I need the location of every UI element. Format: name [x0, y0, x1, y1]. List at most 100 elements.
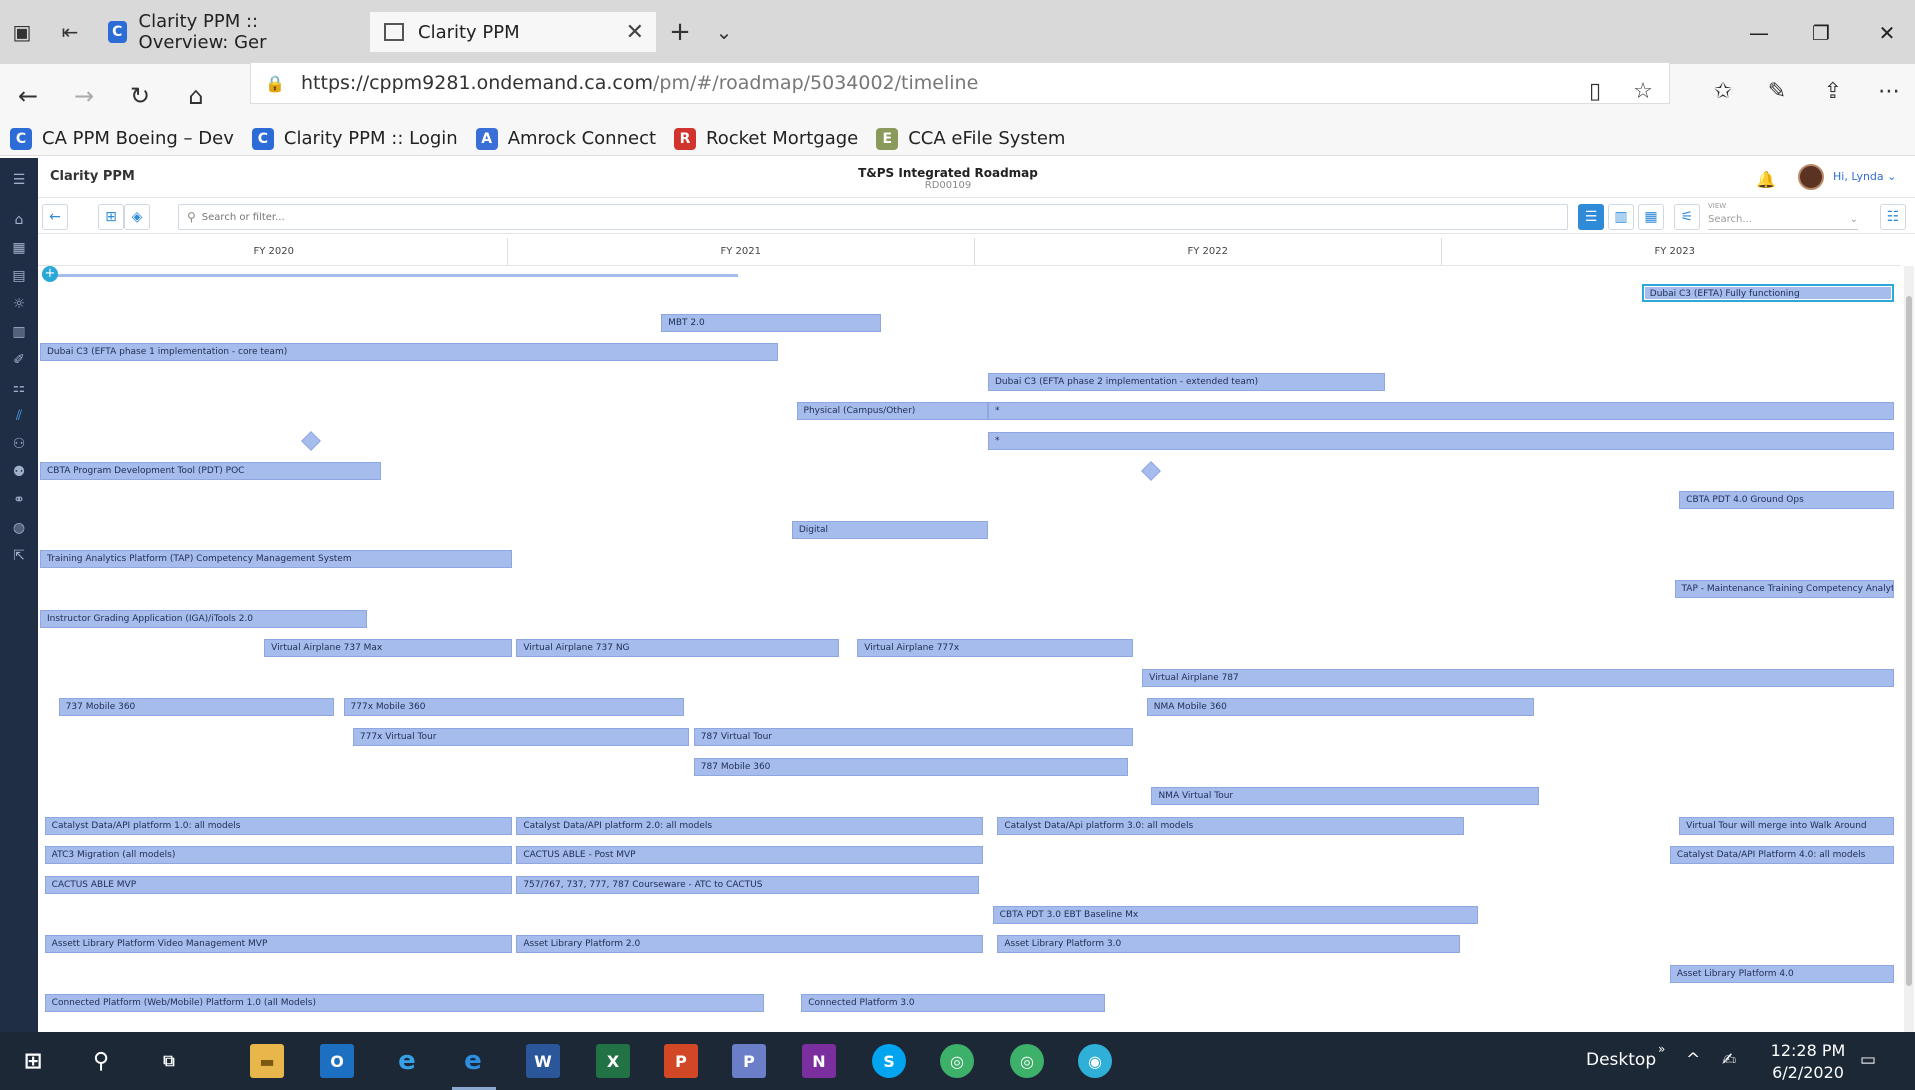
roadmap-item-bar[interactable]: Dubai C3 (EFTA phase 2 implementation - … [988, 372, 1385, 391]
roadmap-item-bar[interactable]: 737 Mobile 360 [58, 698, 335, 717]
chrome-app-2-icon[interactable]: ◎ [1010, 1044, 1044, 1078]
roadmap-item-bar[interactable]: 787 Mobile 360 [693, 757, 1129, 776]
roadmap-item-bar[interactable]: * [988, 402, 1894, 421]
favorite-star-icon[interactable]: ☆ [1626, 74, 1660, 108]
grid-view-icon[interactable]: ▦ [1638, 204, 1664, 230]
roadmap-item-bar[interactable]: Catalyst Data/API platform 1.0: all mode… [44, 816, 512, 835]
tab-actions-icon[interactable]: ▣ [4, 18, 40, 46]
ideas-icon[interactable]: ☼ [9, 294, 29, 314]
user-greeting[interactable]: Hi, Lynda ⌄ [1833, 170, 1896, 183]
restore-icon[interactable]: ❐ [1796, 18, 1846, 48]
roadmap-item-bar[interactable]: NMA Virtual Tour [1151, 787, 1540, 806]
close-window-icon[interactable]: ✕ [1862, 18, 1912, 48]
search-filter-input[interactable] [201, 211, 1502, 223]
home-icon[interactable]: ⌂ [178, 78, 214, 114]
roadmap-item-bar[interactable]: Catalyst Data/Api platform 3.0: all mode… [997, 816, 1465, 835]
tab-overview[interactable]: C Clarity PPM :: Overview: Ger [94, 11, 366, 53]
list-icon[interactable]: ▤ [9, 266, 29, 286]
roadmap-item-bar[interactable]: NMA Mobile 360 [1146, 698, 1535, 717]
app-icon[interactable]: ◉ [1078, 1044, 1112, 1078]
skype-icon[interactable]: S [872, 1044, 906, 1078]
timeline-view-icon[interactable]: ☰ [1578, 204, 1604, 230]
roadmap-item-bar[interactable]: Catalyst Data/API Platform 4.0: all mode… [1669, 846, 1894, 865]
roadmap-item-bar[interactable]: Virtual Airplane 787 [1142, 668, 1894, 687]
favorite-item[interactable]: E CCA eFile System [876, 127, 1065, 150]
share-icon[interactable]: ⇪ [1816, 74, 1850, 108]
word-icon[interactable]: W [526, 1044, 560, 1078]
milestone-diamond-icon[interactable] [1141, 460, 1162, 481]
avatar[interactable] [1798, 164, 1824, 190]
roadmap-item-bar[interactable]: 757/767, 737, 777, 787 Courseware - ATC … [516, 876, 979, 894]
favorite-item[interactable]: R Rocket Mortgage [674, 127, 858, 150]
search-filter-box[interactable]: ⚲ [178, 204, 1568, 230]
project-icon[interactable]: P [732, 1044, 766, 1078]
tab-clarity-ppm[interactable]: Clarity PPM ✕ [370, 12, 656, 52]
layers-icon[interactable]: ◈ [124, 204, 150, 230]
home-icon[interactable]: ⌂ [9, 210, 29, 230]
roadmap-item-bar[interactable]: * [988, 432, 1894, 450]
roadmap-item-bar[interactable]: CBTA PDT 4.0 Ground Ops [1679, 491, 1894, 510]
user-settings-icon[interactable]: ⚉ [9, 462, 29, 482]
roadmap-item-bar[interactable]: Virtual Airplane 777x [857, 639, 1133, 658]
desktop-toolbar-label[interactable]: Desktop [1586, 1050, 1656, 1070]
action-center-icon[interactable]: ▭ [1860, 1050, 1876, 1070]
roadmap-item-bar[interactable]: Asset Library Platform 2.0 [516, 935, 984, 954]
roadmap-item-bar[interactable]: Dubai C3 (EFTA phase 1 implementation - … [40, 343, 778, 362]
roadmap-item-bar[interactable]: 787 Virtual Tour [693, 728, 1133, 746]
roadmap-item-bar[interactable]: Digital [791, 520, 988, 539]
onenote-icon[interactable]: N [802, 1044, 836, 1078]
roadmap-item-bar[interactable]: Dubai C3 (EFTA) Fully functioning [1641, 284, 1894, 302]
roadmap-item-bar[interactable]: Connected Platform (Web/Mobile) Platform… [44, 994, 764, 1013]
grid-icon[interactable]: ▦ [9, 238, 29, 258]
roadmap-item-bar[interactable]: Asset Library Platform 4.0 [1669, 964, 1894, 983]
roadmap-item-bar[interactable]: CACTUS ABLE - Post MVP [516, 846, 984, 865]
scrollbar-thumb[interactable] [1906, 296, 1912, 986]
roadmap-item-bar[interactable]: TAP - Maintenance Training Competency An… [1674, 580, 1894, 598]
favorite-item[interactable]: C CA PPM Boeing – Dev [10, 127, 234, 150]
more-icon[interactable]: ⋯ [1872, 74, 1906, 108]
toolbar-expand-icon[interactable]: » [1658, 1042, 1665, 1056]
web-note-icon[interactable]: ✎ [1760, 74, 1794, 108]
link-icon[interactable]: ⚭ [9, 490, 29, 510]
roadmap-item-bar[interactable]: CBTA PDT 3.0 EBT Baseline Mx [992, 905, 1479, 924]
roadmap-item-bar[interactable]: ATC3 Migration (all models) [44, 846, 512, 865]
roadmap-item-bar[interactable]: 777x Virtual Tour [352, 728, 690, 746]
roadmap-item-bar[interactable]: Assett Library Platform Video Management… [44, 935, 512, 954]
set-aside-tabs-icon[interactable]: ⇤ [52, 18, 88, 46]
roadmap-item-bar[interactable]: MBT 2.0 [661, 313, 881, 332]
dashboard-icon[interactable]: ▥ [9, 322, 29, 342]
roadmap-item-bar[interactable]: Virtual Tour will merge into Walk Around [1679, 816, 1894, 835]
roadmap-item-bar[interactable]: Training Analytics Platform (TAP) Compet… [40, 550, 512, 569]
back-icon[interactable]: ← [10, 78, 46, 114]
view-select[interactable]: Search... ⌄ [1708, 210, 1858, 230]
roadmap-item-bar[interactable]: 777x Mobile 360 [343, 698, 685, 717]
favorite-item[interactable]: C Clarity PPM :: Login [251, 127, 458, 150]
powerpoint-icon[interactable]: P [664, 1044, 698, 1078]
roadmap-item-bar[interactable]: Connected Platform 3.0 [801, 994, 1105, 1013]
roadmap-item-bar[interactable]: CACTUS ABLE MVP [44, 876, 512, 894]
new-tab-icon[interactable]: + [662, 17, 698, 47]
clock[interactable]: 12:28 PM 6/2/2020 [1768, 1040, 1848, 1084]
edge-icon[interactable]: e [456, 1044, 490, 1078]
roadmap-item-bar[interactable]: Virtual Airplane 737 NG [516, 639, 839, 658]
globe-icon[interactable]: ◍ [9, 518, 29, 538]
people-icon[interactable]: ⚇ [9, 434, 29, 454]
add-item-icon[interactable]: ⊞ [98, 204, 124, 230]
roadmap-item-bar[interactable]: Virtual Airplane 737 Max [264, 639, 512, 658]
reading-view-icon[interactable]: ▯ [1578, 74, 1612, 108]
search-icon[interactable]: ⚲ [84, 1044, 118, 1078]
pen-icon[interactable]: ✍ [1722, 1050, 1736, 1070]
add-item-circle-icon[interactable]: + [42, 266, 58, 282]
forward-icon[interactable]: → [66, 78, 102, 114]
board-view-icon[interactable]: ▥ [1608, 204, 1634, 230]
vertical-scrollbar[interactable] [1904, 266, 1914, 1032]
roadmap-item-bar[interactable]: Asset Library Platform 3.0 [997, 935, 1460, 954]
tray-chevron-up-icon[interactable]: ^ [1686, 1050, 1700, 1070]
url-field[interactable]: 🔒 https://cppm9281.ondemand.ca.com/pm/#/… [250, 62, 1670, 104]
milestone-diamond-icon[interactable] [300, 431, 321, 451]
back-arrow-icon[interactable]: ← [42, 204, 68, 230]
tab-list-chevron-icon[interactable]: ⌄ [706, 18, 742, 46]
roadmap-item-bar[interactable]: Physical (Campus/Other) [796, 402, 988, 421]
roadmap-item-bar[interactable]: CBTA Program Development Tool (PDT) POC [40, 461, 381, 480]
excel-icon[interactable]: X [596, 1044, 630, 1078]
